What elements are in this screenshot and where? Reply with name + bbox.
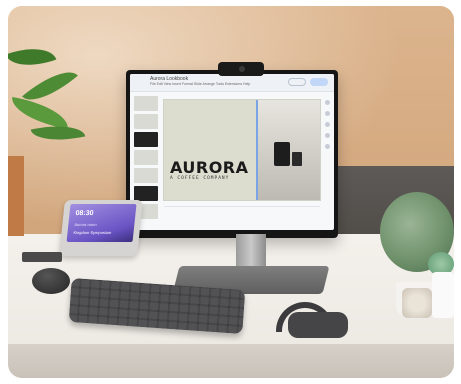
plant-pot-left <box>8 156 24 236</box>
slides-toolbar: Aurora Lookbook File Edit View Insert Fo… <box>130 74 334 92</box>
device-dock <box>22 252 62 262</box>
slide-thumbnail <box>134 114 158 129</box>
coffee-bag <box>274 142 290 166</box>
tablet-screen: 08:30 Aurora room Kingdom Symposium <box>66 204 137 242</box>
white-pot <box>432 272 454 318</box>
headphones <box>266 302 350 342</box>
mouse <box>32 268 70 294</box>
slide-product-photo <box>256 100 320 200</box>
monitor: Aurora Lookbook File Edit View Insert Fo… <box>126 70 338 238</box>
terrazzo-pot <box>402 288 432 318</box>
menu-bar: File Edit View Insert Format Slide Arran… <box>150 82 251 86</box>
monitor-screen: Aurora Lookbook File Edit View Insert Fo… <box>130 74 334 230</box>
tablet-subtitle: Aurora room <box>74 222 97 227</box>
slide-thumbnail <box>134 186 158 201</box>
coffee-cup <box>292 152 302 166</box>
product-photo: Aurora Lookbook File Edit View Insert Fo… <box>8 6 454 378</box>
slide-subtitle: A COFFEE COMPANY <box>170 176 230 181</box>
slide-thumbnail <box>134 168 158 183</box>
slide-thumbnail <box>134 150 158 165</box>
slideshow-button <box>288 78 306 86</box>
slide-brand: AURORA <box>170 158 249 177</box>
webcam-lens <box>239 66 245 72</box>
speaker-notes <box>164 206 320 218</box>
slide-thumbnail <box>134 132 158 147</box>
side-panel-icons <box>325 100 331 200</box>
headphone-cup <box>288 312 348 338</box>
share-button <box>310 78 328 86</box>
main-slide: AURORA A COFFEE COMPANY <box>164 100 320 200</box>
slide-thumbnail <box>134 96 158 111</box>
desk-edge <box>8 344 454 378</box>
tablet-time: 08:30 <box>75 210 94 217</box>
room-booking-tablet: 08:30 Aurora room Kingdom Symposium <box>59 200 143 256</box>
tablet-meeting: Kingdom Symposium <box>73 230 112 235</box>
webcam <box>218 62 264 76</box>
